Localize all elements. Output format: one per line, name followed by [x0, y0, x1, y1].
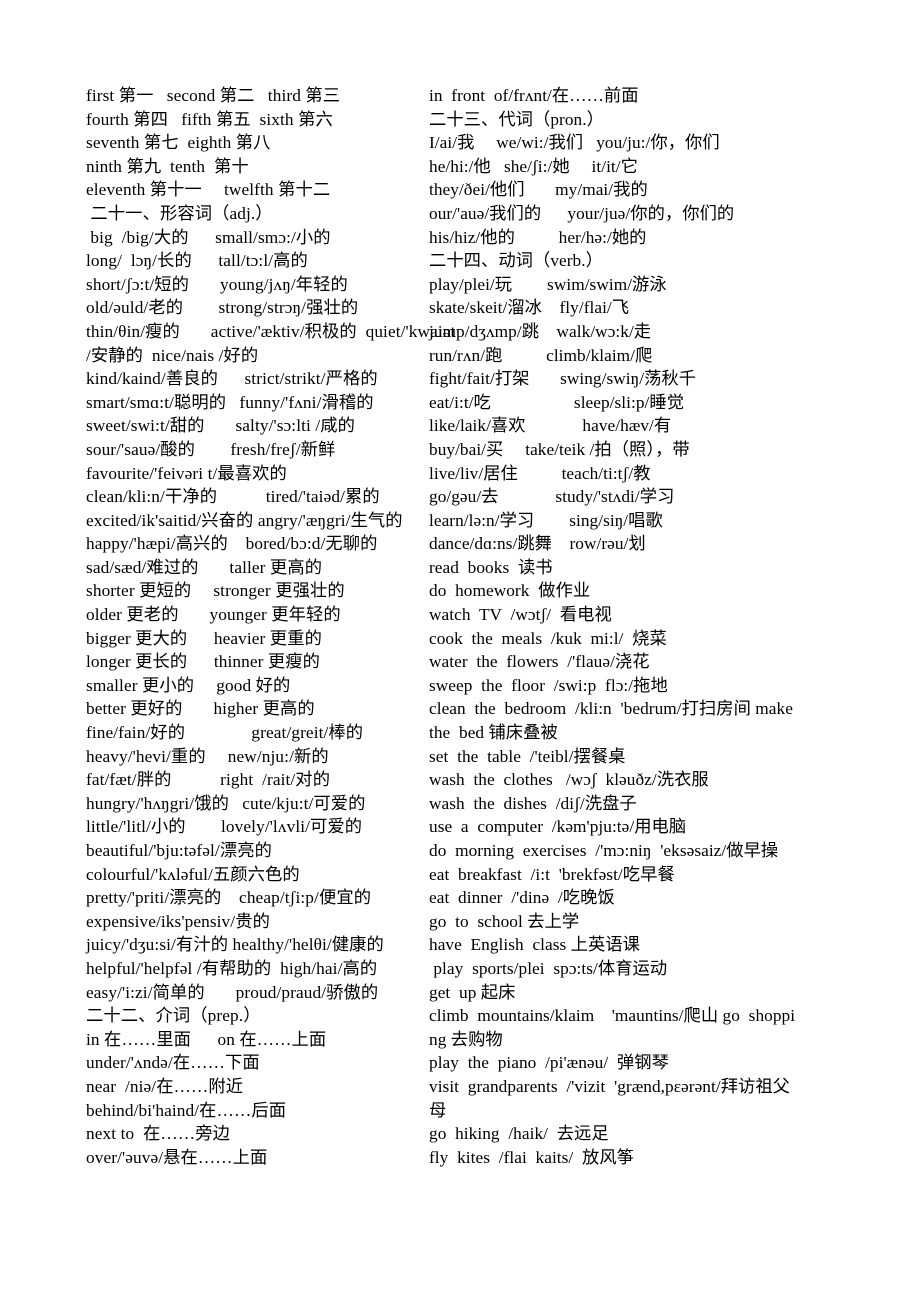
vocab-line: in 在……里面 on 在……上面 [86, 1029, 327, 1049]
vocab-line: ninth 第九 tenth 第十 [86, 156, 249, 176]
vocab-line: colourful/'kʌləful/五颜六色的 [86, 864, 300, 884]
vocab-line: clean the bedroom /kli:n 'bedrum/打扫房间 ma… [429, 699, 793, 719]
vocab-line: learn/lə:n/学习 sing/siŋ/唱歌 [429, 510, 663, 530]
vocab-line: the bed 铺床叠被 [429, 723, 558, 743]
vocab-line: over/'əuvə/悬在……上面 [86, 1147, 268, 1167]
vocab-line: they/ðei/他们 my/mai/我的 [429, 180, 648, 200]
vocab-line: helpful/'helpfəl /有帮助的 high/hai/高的 [86, 958, 378, 978]
vocab-line: in front of/frʌnt/在……前面 [429, 86, 639, 105]
vocab-line: 二十二、介词（prep.） [86, 1006, 261, 1026]
vocab-line: sour/'sauə/酸的 fresh/freʃ/新鲜 [86, 439, 336, 459]
vocab-line: climb mountains/klaim 'mauntins/爬山 go sh… [429, 1006, 796, 1026]
vocab-line: set the table /'teibl/摆餐桌 [429, 746, 626, 766]
vocab-line: 母 [429, 1100, 447, 1120]
vocab-line: pretty/'priti/漂亮的 cheap/tʃi:p/便宜的 [86, 888, 372, 908]
right-column: in front of/frʌnt/在……前面 二十三、代词（pron.） I/ai… [415, 84, 920, 1169]
document-page: first 第一 second 第二 third 第三 fourth 第四 fif… [0, 0, 920, 1302]
vocab-line: seventh 第七 eighth 第八 [86, 133, 271, 153]
vocab-line: use a computer /kəm'pju:tə/用电脑 [429, 817, 687, 837]
vocab-line: buy/bai/买 take/teik /拍（照），带 [429, 439, 690, 459]
vocab-line: have English class 上英语课 [429, 935, 640, 955]
vocab-line: smart/smɑ:t/聪明的 funny/'fʌni/滑稽的 [86, 392, 374, 412]
vocab-line: play/plei/玩 swim/swim/游泳 [429, 274, 667, 294]
vocab-line: do morning exercises /'mɔ:niŋ 'eksəsaiz/… [429, 841, 779, 860]
vocab-line: first 第一 second 第二 third 第三 [86, 86, 341, 105]
vocab-line: near /niə/在……附近 [86, 1076, 244, 1096]
vocab-line: eat dinner /'dinə /吃晚饭 [429, 888, 615, 908]
vocab-line: play sports/plei spɔ:ts/体育运动 [429, 958, 668, 978]
vocab-line: big /big/大的 small/smɔ:/小的 [86, 227, 331, 247]
vocab-line: run/rʌn/跑 climb/klaim/爬 [429, 345, 653, 365]
left-column: first 第一 second 第二 third 第三 fourth 第四 fif… [0, 84, 456, 1169]
vocab-line: happy/'hæpi/高兴的 bored/bɔ:d/无聊的 [86, 534, 378, 554]
vocab-line: expensive/iks'pensiv/贵的 [86, 911, 270, 931]
vocab-line: easy/'i:zi/简单的 proud/praud/骄傲的 [86, 982, 379, 1002]
two-column-body: first 第一 second 第二 third 第三 fourth 第四 fif… [0, 84, 920, 1169]
vocab-line: long/ lɔŋ/长的 tall/tɔ:l/高的 [86, 251, 308, 271]
vocab-line: read books 读书 [429, 557, 553, 577]
vocab-line: ng 去购物 [429, 1029, 503, 1049]
vocab-line: sweep the floor /swi:p flɔ:/拖地 [429, 675, 668, 695]
vocab-line: longer 更长的 thinner 更瘦的 [86, 652, 321, 672]
vocab-line: his/hiz/他的 her/hə:/她的 [429, 227, 647, 247]
vocab-line: eat breakfast /i:t 'brekfəst/吃早餐 [429, 864, 675, 884]
vocab-line: older 更老的 younger 更年轻的 [86, 605, 341, 625]
vocab-line: live/liv/居住 teach/ti:tʃ/教 [429, 463, 651, 483]
vocab-line: play the piano /pi'ænəu/ 弹钢琴 [429, 1053, 669, 1073]
vocab-line: get up 起床 [429, 982, 516, 1002]
vocab-line: dance/dɑ:ns/跳舞 row/rəu/划 [429, 534, 646, 554]
vocab-line: eleventh 第十一 twelfth 第十二 [86, 180, 331, 200]
vocab-line: heavy/'hevi/重的 new/nju:/新的 [86, 746, 329, 766]
vocab-line: smaller 更小的 good 好的 [86, 675, 291, 695]
vocab-line: cook the meals /kuk mi:l/ 烧菜 [429, 628, 667, 648]
vocab-line: wash the clothes /wɔʃ kləuðz/洗衣服 [429, 770, 709, 790]
vocab-line: clean/kli:n/干净的 tired/'taiəd/累的 [86, 487, 380, 507]
vocab-line: go hiking /haik/ 去远足 [429, 1124, 609, 1144]
vocab-line: old/əuld/老的 strong/strɔŋ/强壮的 [86, 298, 359, 318]
vocab-line: favourite/'feivəri t/最喜欢的 [86, 463, 287, 483]
vocab-line: little/'litl/小的 lovely/'lʌvli/可爱的 [86, 817, 363, 837]
vocab-line: sweet/swi:t/甜的 salty/'sɔ:lti /咸的 [86, 416, 356, 436]
vocab-line: visit grandparents /'vizit 'grænd,pɛərən… [429, 1076, 791, 1096]
vocab-line: fourth 第四 fifth 第五 sixth 第六 [86, 109, 333, 129]
vocab-line: bigger 更大的 heavier 更重的 [86, 628, 322, 648]
vocab-line: hungry/'hʌŋgri/饿的 cute/kju:t/可爱的 [86, 793, 366, 813]
vocab-line: /安静的 nice/nais /好的 [86, 345, 259, 365]
vocab-line: do homework 做作业 [429, 581, 591, 601]
vocab-line: behind/bi'haind/在……后面 [86, 1100, 287, 1120]
vocab-line: next to 在……旁边 [86, 1124, 230, 1144]
vocab-line: fine/fain/好的 great/greit/棒的 [86, 723, 364, 743]
vocab-line: sad/sæd/难过的 taller 更高的 [86, 557, 323, 577]
vocab-line: thin/θin/瘦的 active/'æktiv/积极的 quiet/'kwa… [86, 321, 456, 341]
vocab-line: juicy/'dʒu:si/有汁的 healthy/'helθi/健康的 [86, 935, 384, 955]
vocab-line: water the flowers /'flauə/浇花 [429, 652, 650, 672]
vocab-line: kind/kaind/善良的 strict/strikt/严格的 [86, 369, 378, 389]
vocab-line: skate/skeit/溜冰 fly/flai/飞 [429, 298, 630, 318]
vocab-line: under/'ʌndə/在……下面 [86, 1053, 260, 1073]
vocab-line: watch TV /wɔtʃ/ 看电视 [429, 605, 612, 625]
vocab-line: better 更好的 higher 更高的 [86, 699, 315, 719]
vocab-line: I/ai/我 we/wi:/我们 you/ju:/你，你们 [429, 133, 720, 153]
vocab-line: excited/ik'saitid/兴奋的 angry/'æŋgri/生气的 [86, 510, 403, 530]
vocab-line: beautiful/'bju:təfəl/漂亮的 [86, 841, 272, 860]
vocab-line: our/'auə/我们的 your/juə/你的，你们的 [429, 203, 735, 223]
vocab-line: 二十三、代词（pron.） [429, 109, 604, 129]
vocab-line: 二十一、形容词（adj.） [86, 203, 273, 223]
vocab-line: fly kites /flai kaits/ 放风筝 [429, 1147, 635, 1167]
vocab-line: like/laik/喜欢 have/hæv/有 [429, 416, 672, 436]
vocab-line: fight/fait/打架 swing/swiŋ/荡秋千 [429, 369, 697, 389]
vocab-line: shorter 更短的 stronger 更强壮的 [86, 581, 345, 601]
vocab-line: he/hi:/他 she/ʃi:/她 it/it/它 [429, 156, 638, 176]
vocab-line: jump/dʒʌmp/跳 walk/wɔ:k/走 [429, 321, 652, 341]
vocab-line: wash the dishes /diʃ/洗盘子 [429, 793, 637, 813]
vocab-line: 二十四、动词（verb.） [429, 251, 603, 271]
vocab-line: go/gəu/去 study/'stʌdi/学习 [429, 487, 675, 507]
vocab-line: eat/i:t/吃 sleep/sli:p/睡觉 [429, 392, 685, 412]
vocab-line: short/ʃɔ:t/短的 young/jʌŋ/年轻的 [86, 274, 348, 294]
vocab-line: go to school 去上学 [429, 911, 580, 931]
vocab-line: fat/fæt/胖的 right /rait/对的 [86, 770, 331, 790]
